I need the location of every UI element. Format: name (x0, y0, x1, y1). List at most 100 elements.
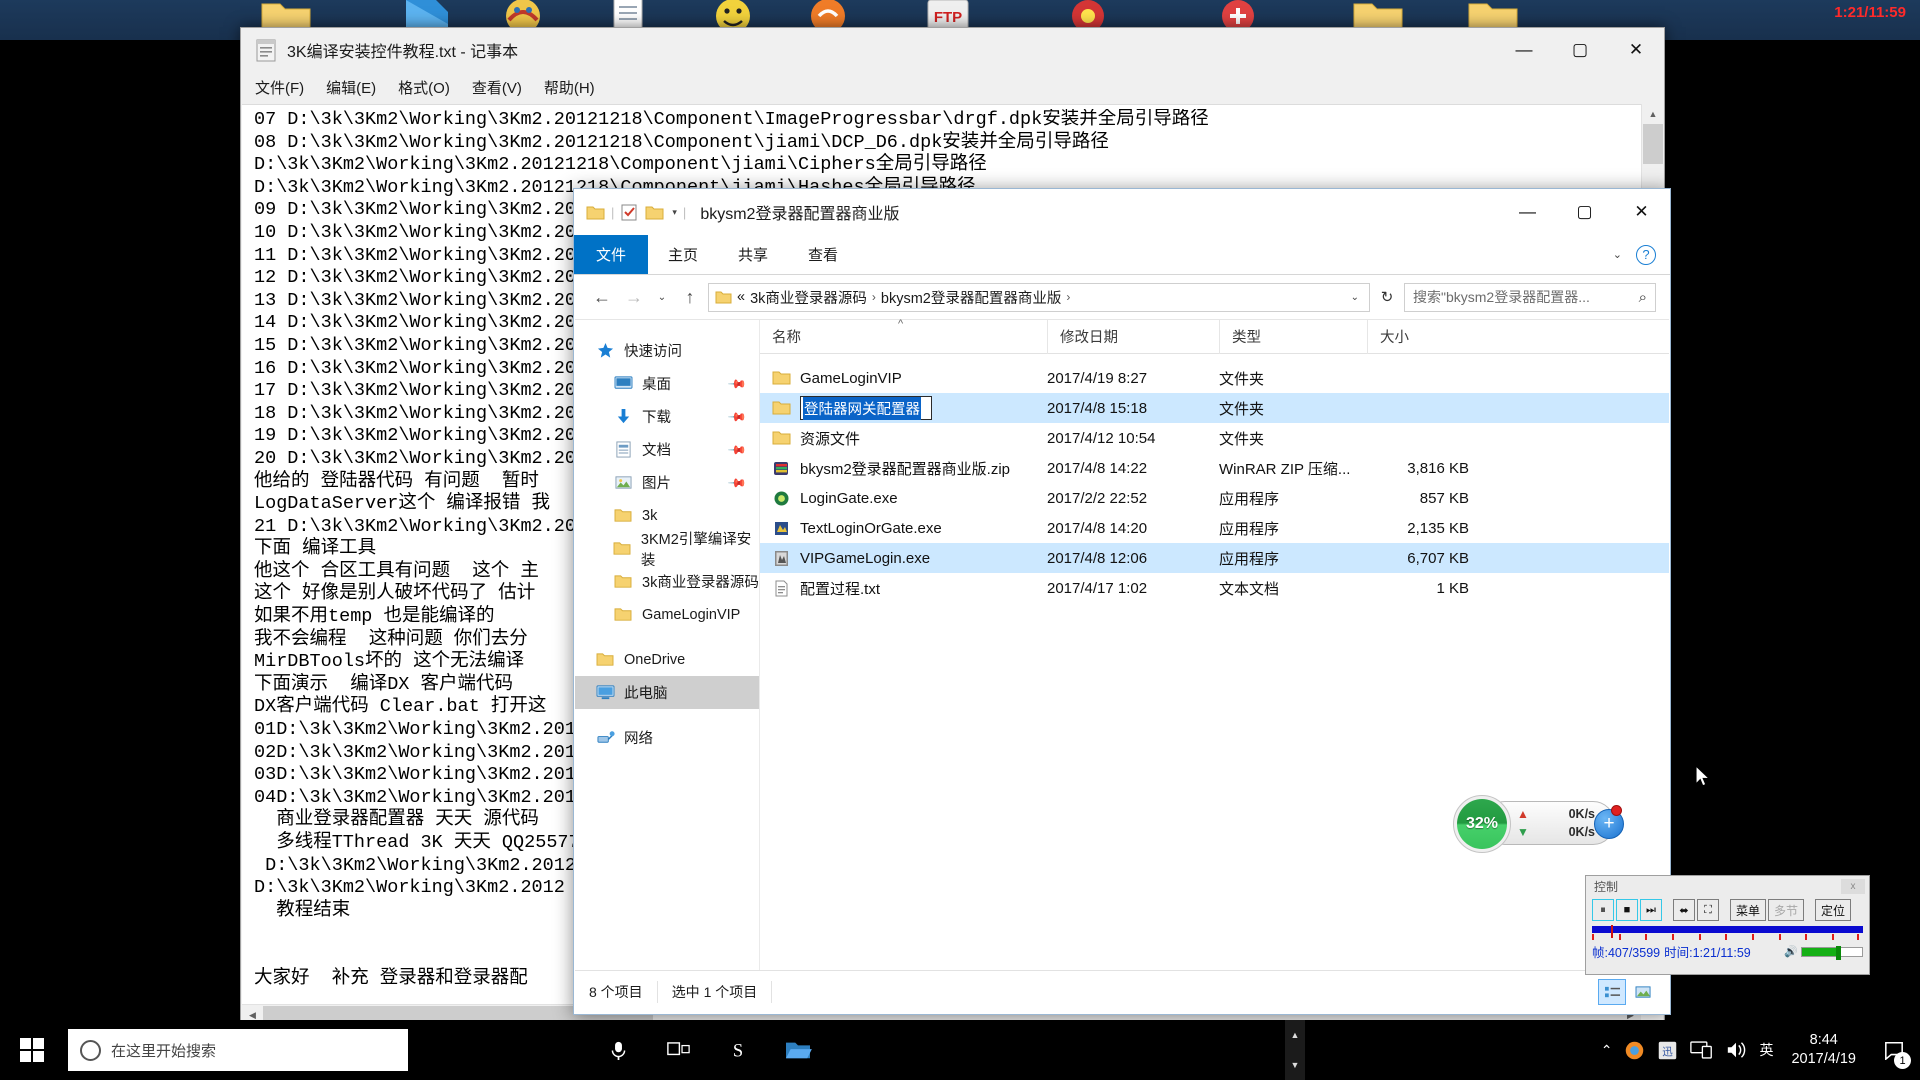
volume-slider[interactable] (1801, 945, 1863, 960)
search-input[interactable]: 搜索"bkysm2登录器配置器... ⌕ (1404, 282, 1656, 312)
file-name-cell[interactable]: 登陆器网关配置器 (760, 396, 1047, 420)
column-header-name[interactable]: 名称 ^ (760, 318, 1047, 354)
table-row[interactable]: 登陆器网关配置器 2017/4/8 15:18 文件夹 (760, 393, 1669, 423)
file-name-cell[interactable]: GameLoginVIP (760, 370, 1047, 387)
menu-view[interactable]: 查看(V) (472, 77, 522, 98)
fit-width-button[interactable]: ⬌ (1673, 899, 1695, 921)
sidebar-item-pictures[interactable]: 图片 📌 (575, 466, 759, 499)
memory-usage-gauge[interactable]: 32% (1453, 795, 1511, 853)
new-folder-icon[interactable] (645, 204, 664, 221)
menu-button[interactable]: 菜单 (1730, 899, 1766, 921)
file-name-cell[interactable]: 资源文件 (760, 428, 1047, 449)
fullscreen-button[interactable]: ⛶ (1697, 899, 1719, 921)
chevron-down-icon[interactable]: ▾ (672, 207, 677, 218)
explorer-taskbar-icon[interactable] (768, 1020, 828, 1080)
firefox-icon[interactable] (1624, 1040, 1645, 1061)
ime-indicator[interactable]: 英 (1759, 1040, 1773, 1060)
app-icon[interactable]: 迅 (1657, 1040, 1678, 1061)
notepad-titlebar[interactable]: 3K编译安装控件教程.txt - 记事本 — ▢ ✕ (241, 28, 1664, 72)
up-button[interactable]: ↑ (676, 283, 704, 311)
breadcrumb-item-1[interactable]: 3k商业登录器源码 (750, 287, 867, 308)
explorer-minimize-button[interactable]: — (1499, 189, 1556, 235)
pin-icon[interactable]: 📌 (727, 373, 747, 393)
pin-icon[interactable]: 📌 (727, 472, 747, 492)
menu-edit[interactable]: 编辑(E) (326, 77, 376, 98)
column-header-size[interactable]: 大小 (1367, 319, 1497, 354)
notepad-minimize-button[interactable]: — (1496, 28, 1552, 72)
sidebar-item-downloads[interactable]: 下载 📌 (575, 400, 759, 433)
scroll-left-icon[interactable]: ◀ (242, 1010, 263, 1021)
breadcrumb[interactable]: « 3k商业登录器源码 › bkysm2登录器配置器商业版 › ⌄ (708, 282, 1370, 312)
table-row[interactable]: LoginGate.exe 2017/2/2 22:52 应用程序 857 KB (760, 483, 1669, 513)
volume-control[interactable]: 🔊 (1784, 945, 1863, 960)
large-icons-view-icon[interactable] (1629, 979, 1657, 1005)
explorer-titlebar[interactable]: | ▾ | bkysm2登录器配置器商业版 — ▢ ✕ (574, 189, 1670, 235)
search-icon[interactable]: ⌕ (1639, 289, 1647, 306)
file-name-cell[interactable]: LoginGate.exe (760, 490, 1047, 507)
table-row[interactable]: 资源文件 2017/4/12 10:54 文件夹 (760, 423, 1669, 453)
monitor-icon[interactable] (1690, 1040, 1713, 1060)
chevron-down-icon[interactable]: ⌄ (1613, 248, 1622, 261)
playback-progress-track[interactable] (1592, 925, 1863, 940)
scroll-up-icon[interactable]: ▲ (1642, 104, 1664, 124)
column-header-date[interactable]: 修改日期 (1047, 319, 1219, 354)
sidebar-item-gameloginvip[interactable]: GameLoginVIP (575, 598, 759, 631)
column-header-type[interactable]: 类型 (1219, 319, 1367, 354)
pin-icon[interactable]: 📌 (727, 406, 747, 426)
tab-share[interactable]: 共享 (718, 235, 788, 274)
pin-icon[interactable]: 📌 (727, 439, 747, 459)
next-frame-button[interactable]: ⏭ (1640, 899, 1662, 921)
breadcrumb-item-2[interactable]: bkysm2登录器配置器商业版 (881, 287, 1061, 308)
notepad-maximize-button[interactable]: ▢ (1552, 28, 1608, 72)
notepad-close-button[interactable]: ✕ (1608, 28, 1664, 72)
forward-button[interactable]: → (620, 283, 648, 311)
sidebar-item-this-pc[interactable]: 此电脑 (575, 676, 759, 709)
sidebar-item-documents[interactable]: 文档 📌 (575, 433, 759, 466)
microphone-icon[interactable] (588, 1020, 648, 1080)
file-name-cell[interactable]: 配置过程.txt (760, 578, 1047, 599)
properties-icon[interactable] (620, 204, 639, 221)
volume-icon[interactable]: 🔊 (1784, 945, 1798, 958)
skype-icon[interactable]: S (708, 1020, 768, 1080)
seek-button[interactable]: 定位 (1815, 899, 1851, 921)
table-row[interactable]: 配置过程.txt 2017/4/17 1:02 文本文档 1 KB (760, 573, 1669, 603)
stop-button[interactable]: ■ (1616, 899, 1638, 921)
taskbar-search-box[interactable]: 在这里开始搜索 (68, 1029, 408, 1071)
explorer-maximize-button[interactable]: ▢ (1556, 189, 1613, 235)
pause-button[interactable]: ⏸ (1592, 899, 1614, 921)
explorer-close-button[interactable]: ✕ (1613, 189, 1670, 235)
notification-center-button[interactable]: 1 (1874, 1020, 1914, 1080)
sidebar-item-desktop[interactable]: 桌面 📌 (575, 367, 759, 400)
taskbar-clock[interactable]: 8:44 2017/4/19 (1785, 1031, 1862, 1069)
task-view-icon[interactable] (648, 1020, 708, 1080)
control-panel-close-button[interactable]: x (1841, 879, 1865, 894)
rename-input[interactable]: 登陆器网关配置器 (800, 396, 932, 420)
sidebar-item-3km2-engine[interactable]: 3KM2引擎编译安装 (575, 532, 759, 569)
taskbar-scroll-buttons[interactable]: ▲ ▼ (1285, 1020, 1305, 1080)
file-name-cell[interactable]: bkysm2登录器配置器商业版.zip (760, 458, 1047, 479)
details-view-icon[interactable] (1598, 979, 1626, 1005)
table-row[interactable]: bkysm2登录器配置器商业版.zip 2017/4/8 14:22 WinRA… (760, 453, 1669, 483)
breadcrumb-dropdown-icon[interactable]: ⌄ (1351, 292, 1363, 303)
breadcrumb-root[interactable]: « (737, 289, 745, 305)
scroll-down-icon[interactable]: ▼ (1285, 1050, 1305, 1080)
tab-file[interactable]: 文件 (574, 235, 648, 274)
table-row[interactable]: TextLoginOrGate.exe 2017/4/8 14:20 应用程序 … (760, 513, 1669, 543)
quick-access-toolbar[interactable]: | ▾ | (574, 204, 686, 221)
volume-icon[interactable] (1725, 1040, 1747, 1060)
recent-locations-icon[interactable]: ⌄ (652, 283, 672, 311)
sidebar-item-network[interactable]: 网络 (575, 721, 759, 754)
tab-home[interactable]: 主页 (648, 235, 718, 274)
sidebar-item-quick-access[interactable]: 快速访问 (575, 334, 759, 367)
refresh-button[interactable]: ↻ (1374, 283, 1400, 311)
menu-file[interactable]: 文件(F) (255, 77, 304, 98)
playhead[interactable] (1611, 925, 1613, 938)
start-button[interactable] (0, 1020, 64, 1080)
chevron-up-icon[interactable]: ⌃ (1601, 1042, 1613, 1059)
table-row[interactable]: VIPGameLogin.exe 2017/4/8 12:06 应用程序 6,7… (760, 543, 1669, 573)
back-button[interactable]: ← (588, 283, 616, 311)
help-icon[interactable]: ? (1636, 244, 1656, 265)
volume-knob[interactable] (1836, 945, 1841, 960)
file-name-cell[interactable]: TextLoginOrGate.exe (760, 520, 1047, 537)
scroll-thumb-vertical[interactable] (1643, 124, 1663, 164)
